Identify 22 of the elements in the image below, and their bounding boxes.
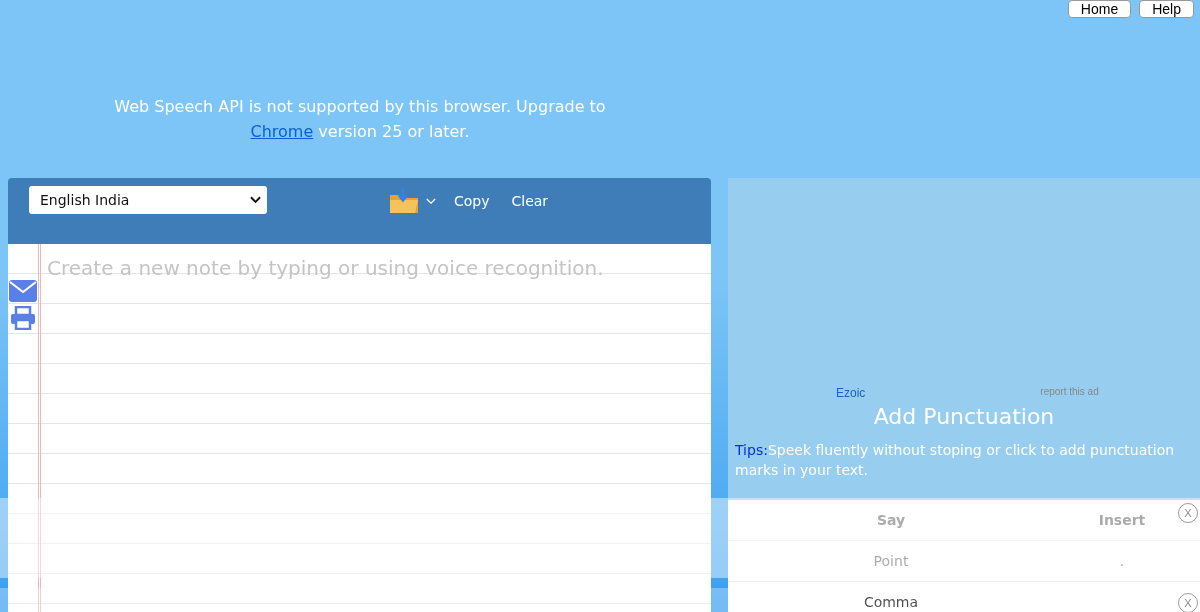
column-header: Insert bbox=[1097, 512, 1147, 528]
table-cell[interactable]: Point bbox=[728, 553, 1054, 569]
nav-button[interactable]: Home bbox=[1067, 0, 1132, 18]
save-menu-button[interactable] bbox=[388, 187, 436, 215]
chevron-icon bbox=[250, 196, 261, 204]
unsupported-notice: Web Speech API is not supported by this browser. Upgrade to Chrome version 25 or later. bbox=[113, 96, 607, 143]
print-icon[interactable] bbox=[10, 306, 36, 330]
table-cell[interactable]: Comma bbox=[728, 594, 1054, 610]
email-icon[interactable] bbox=[9, 280, 37, 302]
language-select[interactable]: English India bbox=[29, 186, 267, 214]
chevron-icon bbox=[426, 197, 436, 205]
toolbar-button[interactable]: Clear bbox=[507, 191, 553, 211]
report-ad-link[interactable]: report this ad bbox=[1040, 386, 1099, 397]
chrome-link[interactable]: Chrome bbox=[250, 122, 314, 141]
section-title: Add Punctuation bbox=[872, 403, 1056, 431]
ad-brand-link[interactable]: Ezoic bbox=[836, 386, 866, 400]
toolbar-button[interactable]: Copy bbox=[450, 191, 494, 211]
column-header: Say bbox=[875, 512, 907, 528]
nav-button[interactable]: Help bbox=[1139, 0, 1194, 18]
note-field[interactable]: Create a new note by typing or using voice recognition. bbox=[38, 244, 711, 612]
table-cell[interactable]: . bbox=[1062, 553, 1182, 569]
tips-text: Tips:Speek fluently without stoping or click to add punctuation marks in your text. bbox=[735, 441, 1176, 480]
